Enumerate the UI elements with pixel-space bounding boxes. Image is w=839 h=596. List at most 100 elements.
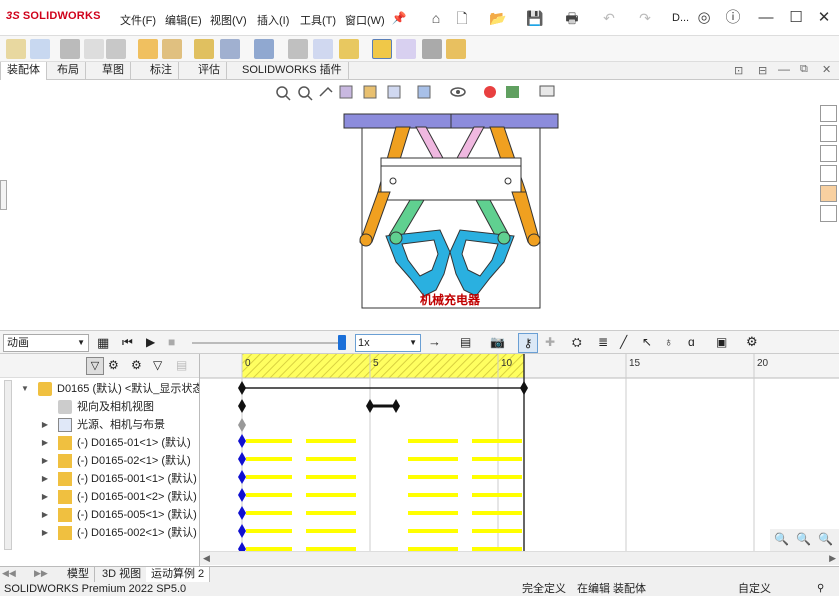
- home-icon[interactable]: ⌂: [425, 7, 447, 29]
- menu-window[interactable]: 窗口(W): [345, 12, 385, 28]
- calculate-icon[interactable]: ▦: [97, 335, 109, 351]
- open-folder-icon[interactable]: 📂: [487, 7, 509, 29]
- tree-item[interactable]: ▶ (-) D0165-01<1> (默认): [0, 434, 199, 452]
- gravity-icon[interactable]: ɑ: [688, 335, 695, 349]
- pin-icon[interactable]: 📌: [388, 7, 410, 29]
- animation-wizard-icon[interactable]: 📷: [490, 335, 505, 349]
- snapshot-icon[interactable]: [422, 39, 442, 59]
- chevron-right-icon[interactable]: ▶: [40, 416, 50, 434]
- new-motion-study-icon[interactable]: [220, 39, 240, 59]
- tab-layout[interactable]: 布局: [51, 62, 86, 80]
- chevron-right-icon[interactable]: ▶: [40, 488, 50, 506]
- filter-selected-icon[interactable]: ▽: [153, 358, 162, 372]
- motion-study-properties-icon[interactable]: ⚙: [746, 334, 758, 350]
- status-options-icon[interactable]: ⚲: [817, 582, 824, 596]
- edit-appearance-icon[interactable]: [484, 86, 496, 98]
- playback-mode-icon[interactable]: →: [428, 334, 441, 349]
- resources-home-icon[interactable]: [820, 105, 837, 122]
- filter-icon[interactable]: ▽: [86, 357, 104, 375]
- tab-motion-study-2[interactable]: 运动算例 2: [146, 567, 211, 583]
- add-key-icon[interactable]: ✚: [545, 335, 555, 349]
- mate-icon[interactable]: [30, 39, 50, 59]
- chevron-right-icon[interactable]: ▶: [40, 524, 50, 542]
- zoom-area-icon[interactable]: [298, 86, 313, 101]
- menu-tools[interactable]: 工具(T): [300, 12, 336, 28]
- print-icon[interactable]: 🖶: [561, 7, 583, 29]
- playback-slider-track[interactable]: [192, 342, 342, 344]
- section-view-icon[interactable]: [339, 85, 353, 99]
- status-units[interactable]: 自定义: [738, 582, 771, 596]
- tree-item[interactable]: ▶ 光源、相机与布景: [0, 416, 199, 434]
- reference-geometry-icon[interactable]: [194, 39, 214, 59]
- chevron-right-icon[interactable]: ▶: [40, 452, 50, 470]
- new-document-icon[interactable]: 🗋: [451, 7, 473, 29]
- chevron-right-icon[interactable]: ▶: [40, 470, 50, 488]
- view-settings-icon[interactable]: [539, 85, 555, 97]
- save-icon[interactable]: 💾: [524, 7, 546, 29]
- custom-properties-icon[interactable]: [820, 205, 837, 222]
- chevron-right-icon[interactable]: ▶: [40, 434, 50, 452]
- assembly-features-icon[interactable]: [162, 39, 182, 59]
- tree-vertical-scrollbar[interactable]: [4, 380, 12, 550]
- instant3d-icon[interactable]: [372, 39, 392, 59]
- view-orientation-icon[interactable]: [387, 85, 401, 99]
- tree-root[interactable]: ▼ D0165 (默认) <默认_显示状态: [0, 380, 199, 398]
- doc-close-icon[interactable]: ✕: [822, 63, 831, 76]
- previous-view-icon[interactable]: [319, 86, 333, 97]
- scroll-right-icon[interactable]: ▶: [829, 553, 836, 564]
- zoom-to-fit-icon[interactable]: 🔍: [774, 532, 789, 546]
- filter-driving-icon[interactable]: ⚙: [131, 358, 142, 372]
- tree-item[interactable]: ▶ (-) D0165-001<1> (默认): [0, 470, 199, 488]
- help-icon[interactable]: ⓘ: [722, 7, 744, 29]
- zoom-to-fit-icon[interactable]: [276, 86, 291, 101]
- minimize-icon[interactable]: —: [754, 6, 778, 30]
- linear-pattern-icon[interactable]: [60, 39, 80, 59]
- view-palette-icon[interactable]: [820, 165, 837, 182]
- large-assembly-icon[interactable]: [446, 39, 466, 59]
- tab-addins[interactable]: SOLIDWORKS 插件: [236, 62, 349, 80]
- display-style-icon[interactable]: [417, 85, 431, 99]
- contact-icon[interactable]: ♁: [664, 335, 673, 349]
- stop-icon[interactable]: ■: [168, 335, 175, 349]
- zoom-in-icon[interactable]: 🔍: [796, 532, 811, 546]
- doc-minimize-icon[interactable]: —: [778, 62, 790, 76]
- tree-item[interactable]: ▶ (-) D0165-002<1> (默认): [0, 524, 199, 542]
- tab-model[interactable]: 模型: [62, 567, 95, 583]
- tree-item[interactable]: 视向及相机视图: [0, 398, 199, 416]
- file-explorer-icon[interactable]: [820, 145, 837, 162]
- solidworks-logo[interactable]: 3S SOLIDWORKS: [6, 10, 101, 22]
- graphics-area[interactable]: 机械充电器: [0, 80, 839, 330]
- show-hidden-icon[interactable]: [138, 39, 158, 59]
- motor-icon[interactable]: ⛭: [572, 335, 582, 350]
- scroll-left-icon[interactable]: ◀: [203, 553, 210, 564]
- tab-evaluate[interactable]: 评估: [192, 62, 227, 80]
- maximize-icon[interactable]: ☐: [784, 6, 808, 30]
- filter-animated-icon[interactable]: ⚙: [108, 358, 119, 372]
- move-component-icon[interactable]: [106, 39, 126, 59]
- exploded-view-icon[interactable]: [288, 39, 308, 59]
- menu-insert[interactable]: 插入(I): [257, 12, 289, 28]
- study-type-select[interactable]: 动画 ▼: [3, 334, 89, 352]
- dynamic-annotation-icon[interactable]: [363, 85, 377, 99]
- autokey-icon[interactable]: ⚷: [518, 333, 538, 353]
- apply-scene-icon[interactable]: [506, 86, 519, 98]
- interference-detection-icon[interactable]: [313, 39, 333, 59]
- spring-icon[interactable]: ≣: [598, 335, 608, 349]
- undo-icon[interactable]: ↶: [598, 7, 620, 29]
- user-icon[interactable]: ◎: [693, 7, 715, 29]
- collapse-icon[interactable]: ⊡: [734, 64, 743, 77]
- redo-icon[interactable]: ↷: [634, 7, 656, 29]
- damper-icon[interactable]: ╱: [620, 335, 627, 349]
- design-library-icon[interactable]: [820, 125, 837, 142]
- playback-speed-select[interactable]: 1x ▼: [355, 334, 421, 352]
- tree-item[interactable]: ▶ (-) D0165-02<1> (默认): [0, 452, 199, 470]
- tab-scroll-next-icon[interactable]: ▶▶: [34, 568, 48, 579]
- smart-fastener-icon[interactable]: [84, 39, 104, 59]
- results-plots-icon[interactable]: ▣: [716, 335, 727, 349]
- doc-restore-icon[interactable]: ⧉: [800, 63, 808, 76]
- insert-component-icon[interactable]: [6, 39, 26, 59]
- update-speedpak-icon[interactable]: [396, 39, 416, 59]
- bill-of-materials-icon[interactable]: [254, 39, 274, 59]
- tab-markup[interactable]: 标注: [144, 62, 179, 80]
- clearance-icon[interactable]: [339, 39, 359, 59]
